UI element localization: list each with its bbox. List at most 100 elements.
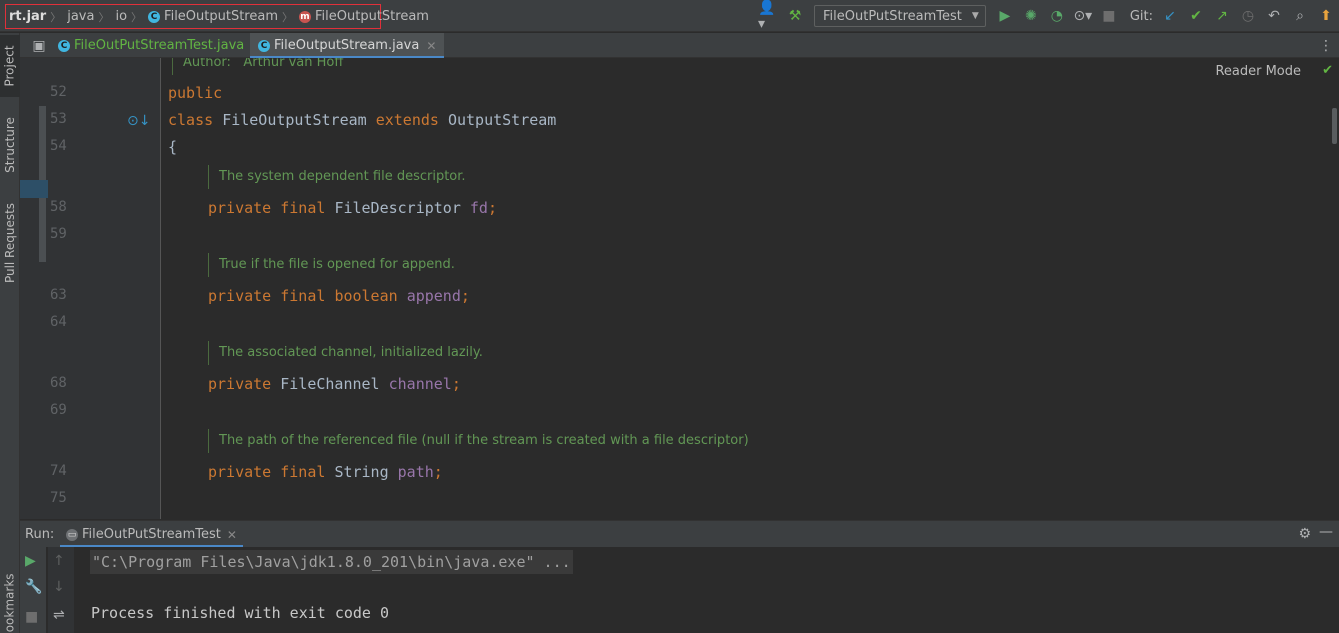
doc-comment: The path of the referenced file (null if… [208, 429, 749, 453]
git-update-icon[interactable]: ↙ [1159, 5, 1181, 27]
doc-comment: True if the file is opened for append. [208, 253, 455, 277]
code-type: FileDescriptor [334, 199, 461, 217]
code-keyword: public [168, 84, 223, 102]
history-icon[interactable]: ◷ [1237, 5, 1259, 27]
breadcrumb-java[interactable]: java [67, 9, 94, 24]
chevron-right-icon: 〉 [131, 10, 143, 24]
tool-window-pull-requests-label: Pull Requests [3, 202, 18, 284]
user-icon[interactable]: 👤▾ [758, 0, 780, 32]
code-line: class FileOutputStream extends OutputStr… [168, 111, 556, 129]
navigation-bar: rt.jar 〉 java 〉 io 〉 C FileOutputStream … [0, 0, 1339, 32]
search-icon[interactable]: ⌕ [1289, 5, 1311, 27]
tool-window-project[interactable]: Project [0, 35, 20, 97]
code-keyword: private final [208, 463, 326, 481]
run-icon[interactable]: ▶ [994, 5, 1016, 27]
chevron-right-icon: 〉 [50, 10, 62, 24]
breadcrumb-class[interactable]: C FileOutputStream [148, 9, 278, 24]
console-command-line[interactable]: "C:\Program Files\Java\jdk1.8.0_201\bin\… [90, 550, 573, 574]
rerun-icon[interactable]: ▶ [25, 553, 36, 569]
run-console[interactable]: ▶ 🔧 ■ ↑ ↓ ⇌ "C:\Program Files\Java\jdk1.… [20, 547, 1339, 633]
breadcrumb-rt-jar[interactable]: rt.jar [9, 9, 46, 24]
author-label: Author: [183, 58, 231, 70]
run-tool-window-header: Run: ▭ FileOutPutStreamTest ✕ ⚙ — [20, 520, 1339, 548]
code-punct: ; [451, 375, 461, 393]
line-number: 64 [50, 314, 67, 330]
code-keyword: private final [208, 287, 326, 305]
code-line: private final String path; [208, 463, 443, 481]
console-exit-line: Process finished with exit code 0 [91, 604, 390, 622]
reader-mode-toggle[interactable]: Reader Mode [1215, 64, 1301, 79]
profile-icon[interactable]: ⊙▾ [1072, 5, 1094, 27]
close-icon[interactable]: ✕ [227, 528, 237, 542]
wrench-icon[interactable]: 🔧 [25, 579, 42, 595]
code-line: public [168, 84, 222, 102]
code-punct: ; [433, 463, 443, 481]
code-line: private FileChannel channel; [208, 375, 461, 393]
tool-window-bookmarks[interactable]: Bookmarks [0, 573, 20, 633]
left-tool-stripe: Project Structure Pull Requests [0, 33, 20, 633]
doc-comment: The associated channel, initialized lazi… [208, 341, 483, 365]
tab-fileoutputstreamtest[interactable]: C FileOutPutStreamTest.java ✕ [50, 33, 269, 58]
line-number: 52 [50, 84, 67, 100]
breadcrumb-member[interactable]: m FileOutputStream [299, 9, 429, 24]
code-type: boolean [334, 287, 398, 305]
git-commit-icon[interactable]: ✔ [1185, 5, 1207, 27]
line-number: 68 [50, 375, 67, 391]
code-identifier: OutputStream [447, 111, 557, 129]
tool-window-structure-label: Structure [3, 117, 18, 173]
close-icon[interactable]: ✕ [426, 39, 436, 53]
minimize-icon[interactable]: — [1319, 524, 1333, 540]
code-field: fd [469, 199, 488, 217]
code-type: String [334, 463, 389, 481]
code-editor[interactable]: ⊙↓ Author: Arthur van Hoff Reader Mode ✔… [20, 58, 1339, 519]
overrides-method-icon[interactable]: ⊙↓ [127, 113, 150, 129]
doc-comment: The system dependent file descriptor. [208, 165, 466, 189]
breadcrumb-io[interactable]: io [115, 9, 127, 24]
git-push-icon[interactable]: ↗ [1211, 5, 1233, 27]
code-keyword: extends [375, 111, 439, 129]
code-line: private final boolean append; [208, 287, 470, 305]
coverage-icon[interactable]: ◔ [1046, 5, 1068, 27]
run-label: Run: [25, 527, 55, 542]
editor-layout-icon[interactable]: ▣ [28, 35, 50, 57]
line-number: 54 [50, 138, 67, 154]
author-name: Arthur van Hoff [243, 58, 344, 70]
code-line: private final FileDescriptor fd; [208, 199, 497, 217]
caret-down-icon: ▼ [971, 11, 979, 21]
more-tabs-icon[interactable]: ⋮ [1315, 35, 1337, 57]
tool-window-pull-requests[interactable]: Pull Requests [0, 193, 20, 293]
main-toolbar: 👤▾ ⚒ FileOutPutStreamTest ▼ ▶ ✺ ◔ ⊙▾ ■ G… [756, 0, 1339, 32]
code-field: append [406, 287, 461, 305]
code-type: FileChannel [280, 375, 380, 393]
class-icon: C [58, 39, 70, 52]
line-number: 74 [50, 463, 67, 479]
debug-icon[interactable]: ✺ [1020, 5, 1042, 27]
code-identifier: FileOutputStream [222, 111, 367, 129]
run-configuration-select[interactable]: FileOutPutStreamTest ▼ [814, 5, 986, 27]
stop-icon[interactable]: ■ [1098, 5, 1120, 27]
line-number: 75 [50, 490, 67, 506]
tool-window-structure[interactable]: Structure [0, 107, 20, 183]
doc-comment-author: Author: Arthur van Hoff [172, 58, 343, 75]
soft-wrap-icon[interactable]: ⇌ [53, 607, 65, 623]
update-available-icon[interactable]: ⬆ [1315, 5, 1337, 27]
arrow-up-icon[interactable]: ↑ [53, 553, 65, 569]
build-hammer-icon[interactable]: ⚒ [784, 5, 806, 27]
caret-row-highlight [20, 180, 48, 198]
vertical-scrollbar[interactable] [1332, 108, 1337, 144]
run-configuration-label: FileOutPutStreamTest [823, 8, 962, 24]
arrow-down-icon[interactable]: ↓ [53, 579, 65, 595]
git-label: Git: [1129, 8, 1153, 24]
code-line: { [168, 138, 178, 156]
tab-fileoutputstream[interactable]: C FileOutputStream.java ✕ [250, 33, 445, 59]
gear-icon[interactable]: ⚙ [1298, 526, 1311, 542]
rollback-icon[interactable]: ↶ [1263, 5, 1285, 27]
code-keyword: private [208, 375, 272, 393]
breadcrumb-member-label: FileOutputStream [315, 9, 429, 24]
stop-icon[interactable]: ■ [25, 609, 38, 625]
run-tab[interactable]: ▭ FileOutPutStreamTest ✕ [60, 521, 243, 548]
inspection-ok-icon[interactable]: ✔ [1322, 63, 1333, 78]
chevron-right-icon: 〉 [282, 10, 293, 24]
class-icon: C [148, 10, 161, 23]
run-config-icon: ▭ [66, 528, 78, 541]
